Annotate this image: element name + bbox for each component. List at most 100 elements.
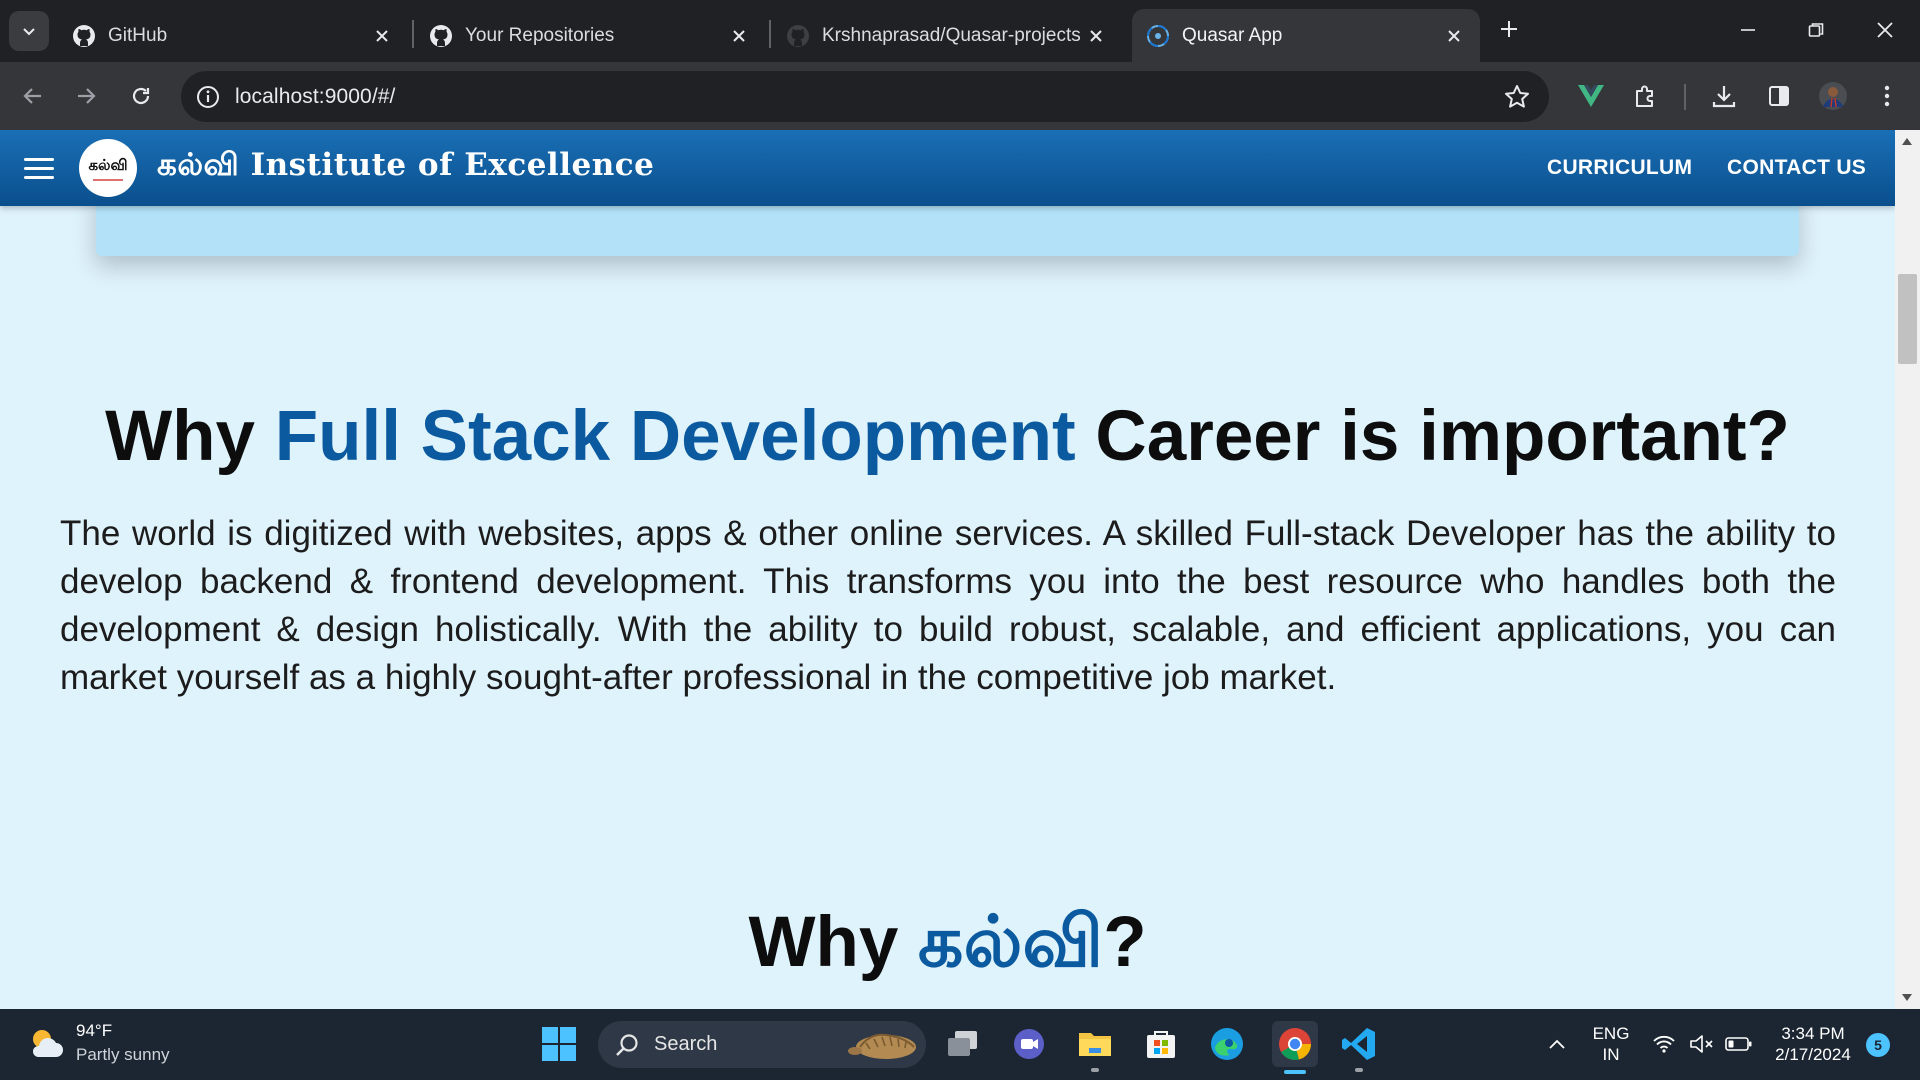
running-indicator (1284, 1070, 1306, 1074)
show-hidden-icons-button[interactable] (1538, 1023, 1576, 1065)
task-view-icon (948, 1031, 977, 1056)
wifi-status[interactable] (1646, 1023, 1682, 1065)
career-importance-paragraph: The world is digitized with websites, ap… (60, 514, 1836, 697)
battery-status[interactable] (1720, 1023, 1758, 1065)
vue-devtools-extension[interactable] (1573, 78, 1609, 114)
vscode-icon (1342, 1028, 1375, 1060)
close-window-button[interactable] (1863, 10, 1907, 50)
career-importance-heading: Why Full Stack Development Career is imp… (0, 396, 1895, 477)
restore-button[interactable] (1794, 10, 1838, 50)
search-icon (616, 1034, 638, 1056)
page-viewport: கல்வி கல்வி Institute of Excellence CURR… (0, 130, 1895, 1009)
heading-accent: Full Stack Development (274, 397, 1076, 476)
clock-time: 3:34 PM (1781, 1024, 1845, 1043)
scroll-up-arrow[interactable] (1902, 138, 1912, 145)
close-icon[interactable] (370, 24, 394, 48)
folder-icon (1079, 1033, 1111, 1056)
side-panel-button[interactable] (1761, 78, 1797, 114)
clock[interactable]: 3:34 PM 2/17/2024 (1766, 1023, 1860, 1065)
forward-button[interactable] (68, 78, 104, 114)
tab-title: GitHub (108, 24, 168, 46)
menu-icon-bar (24, 166, 54, 170)
task-view-button[interactable] (942, 1023, 984, 1065)
teams-meet-button[interactable] (1008, 1023, 1050, 1065)
scroll-thumb[interactable] (1898, 274, 1917, 364)
nav-curriculum[interactable]: CURRICULUM (1547, 156, 1692, 180)
github-icon (73, 24, 95, 47)
why-kalvi-heading: Why கல்வி? (0, 900, 1895, 993)
tab-title: Krshnaprasad/Quasar-projects (822, 24, 1081, 46)
profile-button[interactable] (1815, 78, 1851, 114)
running-indicator (1355, 1068, 1363, 1072)
brand-title: கல்வி Institute of Excellence (157, 147, 655, 183)
wifi-icon (1653, 1035, 1675, 1053)
file-explorer-button[interactable] (1074, 1023, 1116, 1072)
input-language[interactable]: ENG IN (1586, 1023, 1636, 1065)
start-button[interactable] (538, 1023, 580, 1065)
tab-your-repositories[interactable]: Your Repositories (415, 9, 765, 62)
vue-icon (1578, 85, 1604, 107)
volume-status[interactable] (1684, 1023, 1720, 1065)
new-tab-button[interactable] (1494, 14, 1524, 44)
arrow-left-icon (23, 88, 41, 104)
reload-button[interactable] (123, 78, 159, 114)
tab-search-button[interactable] (9, 11, 49, 51)
heading-text: Why (105, 397, 275, 476)
browser-tab-bar: GitHub Your Repositories Krshnaprasad/Qu… (0, 0, 1920, 62)
downloads-button[interactable] (1706, 78, 1742, 114)
close-icon[interactable] (727, 24, 751, 48)
info-icon[interactable] (195, 84, 221, 110)
search-label: Search (654, 1033, 718, 1055)
running-indicator (1091, 1068, 1099, 1072)
chevron-up-icon (1549, 1039, 1565, 1049)
browser-toolbar: localhost:9000/#/ (0, 62, 1920, 130)
reload-icon (132, 87, 150, 105)
page-scrollbar[interactable] (1895, 130, 1920, 1009)
vscode-button[interactable] (1338, 1023, 1380, 1072)
tab-github[interactable]: GitHub (58, 9, 408, 62)
tab-quasar-app[interactable]: Quasar App (1132, 9, 1480, 62)
tab-title: Quasar App (1182, 24, 1283, 46)
microsoft-store-button[interactable] (1140, 1023, 1182, 1065)
clock-date: 2/17/2024 (1775, 1045, 1851, 1064)
address-bar[interactable]: localhost:9000/#/ (181, 71, 1549, 122)
language-code: ENG (1592, 1024, 1630, 1043)
download-icon (1712, 86, 1736, 108)
chevron-down-icon (23, 28, 35, 36)
chrome-menu-button[interactable] (1869, 78, 1905, 114)
star-icon[interactable] (1503, 83, 1531, 111)
region-code: IN (1602, 1045, 1620, 1064)
menu-icon-bar (24, 157, 54, 161)
restore-icon (1808, 23, 1824, 37)
store-icon (1147, 1031, 1175, 1058)
heading-text: Why (748, 903, 919, 982)
tab-separator (412, 20, 414, 48)
scroll-down-arrow[interactable] (1902, 994, 1912, 1001)
github-icon (430, 24, 452, 47)
heading-accent: கல்வி (918, 900, 1104, 983)
minimize-button[interactable] (1726, 10, 1770, 50)
plus-icon (1501, 21, 1517, 37)
volume-muted-icon (1690, 1035, 1713, 1053)
weather-description: Partly sunny (76, 1045, 170, 1064)
back-button[interactable] (15, 78, 51, 114)
weather-widget[interactable]: 94°F Partly sunny (26, 1021, 170, 1065)
pangolin-icon (848, 1033, 916, 1059)
close-icon[interactable] (1442, 24, 1466, 48)
edge-button[interactable] (1206, 1023, 1248, 1065)
avatar-icon (1819, 82, 1847, 110)
extensions-button[interactable] (1628, 78, 1664, 114)
partly-sunny-icon (32, 1030, 63, 1057)
taskbar-search[interactable]: Search (598, 1021, 926, 1068)
close-icon[interactable] (1084, 24, 1108, 48)
site-logo[interactable]: கல்வி (79, 139, 137, 197)
weather-temperature: 94°F (76, 1021, 113, 1040)
windows-icon (542, 1027, 576, 1061)
tab-quasar-projects[interactable]: Krshnaprasad/Quasar-projects (772, 9, 1122, 62)
hamburger-menu-button[interactable] (24, 150, 62, 186)
chrome-button[interactable] (1272, 1021, 1318, 1074)
nav-contact-us[interactable]: CONTACT US (1727, 156, 1866, 180)
arrow-right-icon (78, 88, 96, 104)
notification-badge[interactable]: 5 (1866, 1033, 1890, 1057)
url-text[interactable]: localhost:9000/#/ (235, 85, 395, 109)
